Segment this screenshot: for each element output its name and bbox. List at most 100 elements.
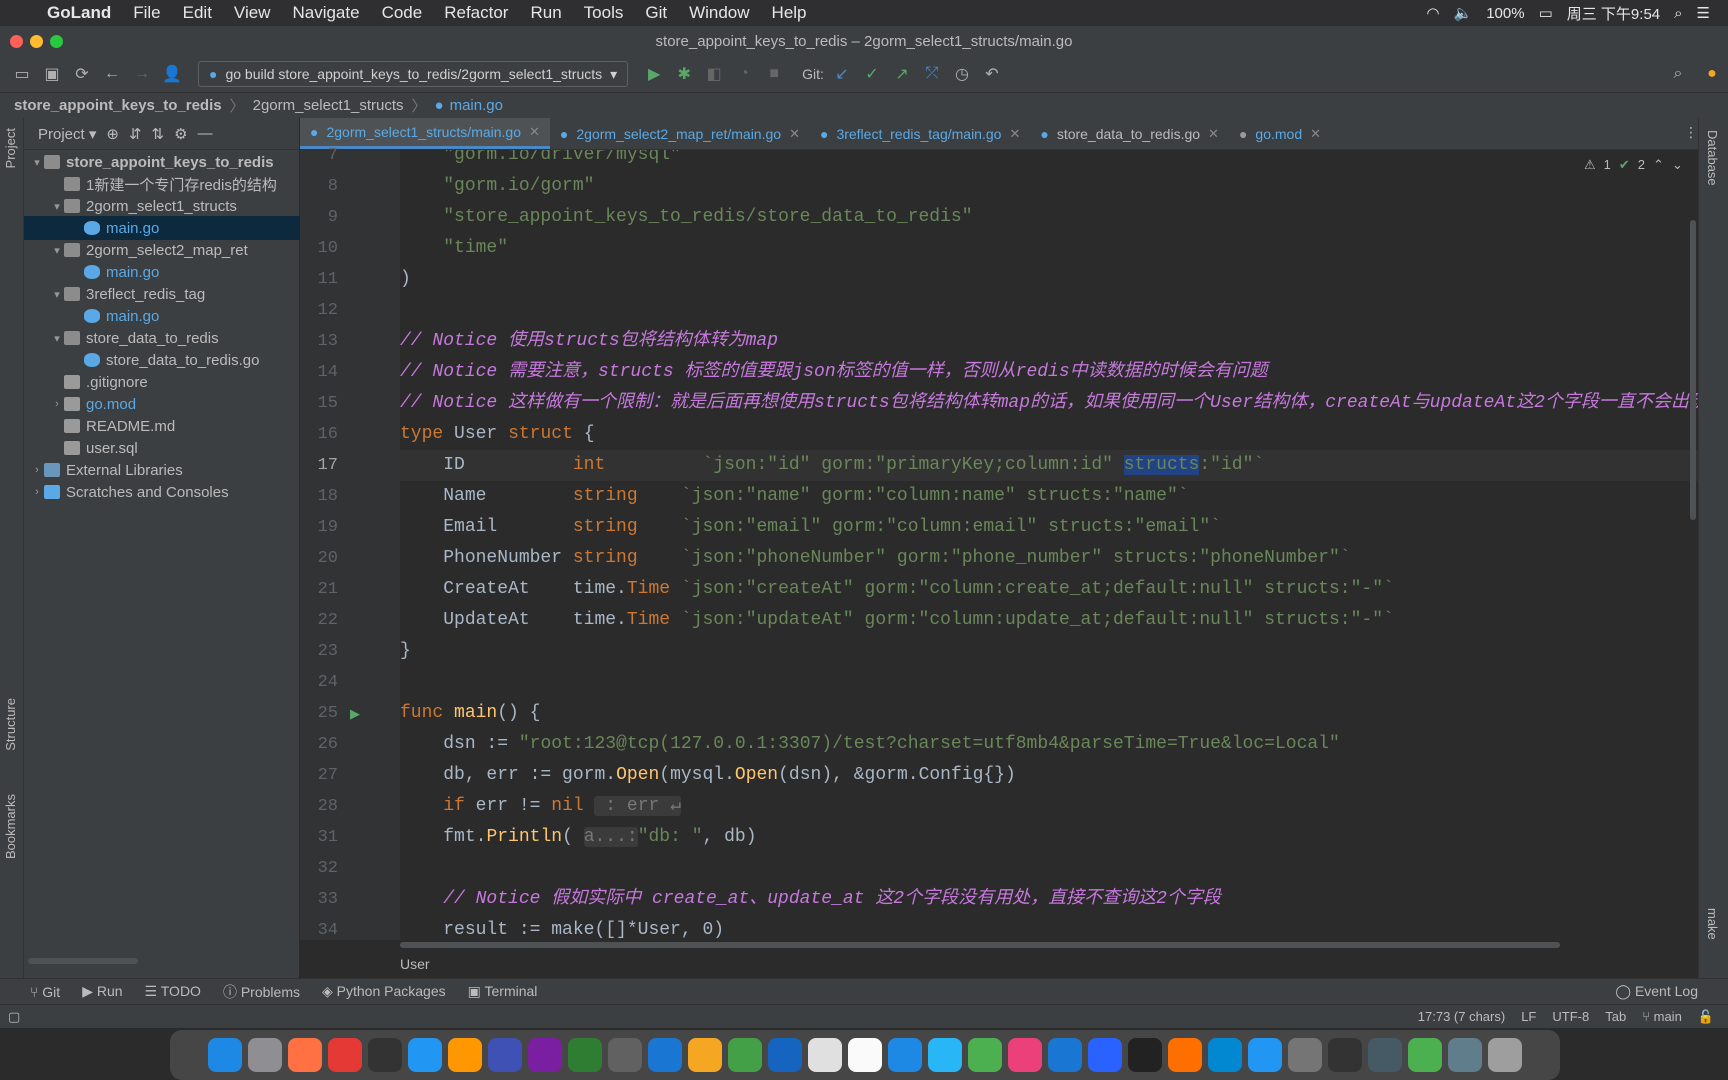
structure-crumb[interactable]: User — [400, 956, 430, 972]
menu-window[interactable]: Window — [678, 3, 760, 23]
menu-edit[interactable]: Edit — [172, 3, 223, 23]
finder-app-icon[interactable] — [208, 1038, 242, 1072]
typora-app-icon[interactable] — [848, 1038, 882, 1072]
breadcrumb-project[interactable]: store_appoint_keys_to_redis — [14, 97, 222, 114]
menu-run[interactable]: Run — [519, 3, 572, 23]
git-history-icon[interactable]: ◷ — [950, 62, 974, 86]
chevron-down-icon[interactable]: ▾ — [50, 244, 64, 257]
code-editor[interactable]: "gorm.io/driver/mysql" "gorm.io/gorm" "s… — [400, 150, 1698, 940]
git-tool-button[interactable]: ⑂ Git — [30, 984, 60, 1000]
clock[interactable]: 周三 下午9:54 — [1567, 3, 1660, 24]
save-icon[interactable]: ▣ — [40, 62, 64, 86]
python-packages-tool-button[interactable]: ◈ Python Packages — [322, 983, 446, 1000]
run-icon[interactable]: ▶ — [642, 62, 666, 86]
expand-all-icon[interactable]: ⇵ — [129, 125, 142, 143]
preview-app-icon[interactable] — [1448, 1038, 1482, 1072]
event-log-button[interactable]: ◯ Event Log — [1615, 983, 1698, 1000]
bookmarks-tool-tab[interactable]: Bookmarks — [3, 794, 18, 859]
quicktime-app-icon[interactable] — [1368, 1038, 1402, 1072]
upnet-app-icon[interactable] — [1128, 1038, 1162, 1072]
git-merge-icon[interactable]: ⤱ — [920, 62, 944, 86]
tree-item[interactable]: › External Libraries — [24, 458, 300, 482]
code-line[interactable] — [400, 295, 1698, 326]
stack-app-icon[interactable] — [768, 1038, 802, 1072]
indent-setting[interactable]: Tab — [1605, 1009, 1626, 1024]
close-tab-icon[interactable]: ✕ — [1208, 126, 1219, 142]
chevron-right-icon[interactable]: › — [50, 398, 64, 410]
git-push-icon[interactable]: ↗ — [890, 62, 914, 86]
wechat-app-icon[interactable] — [968, 1038, 1002, 1072]
code-line[interactable]: // Notice 假如实际中 create_at、update_at 这2个字… — [400, 884, 1698, 915]
editor-vertical-scrollbar[interactable] — [1688, 150, 1698, 940]
code-line[interactable] — [400, 853, 1698, 884]
debug-icon[interactable]: ✱ — [672, 62, 696, 86]
sync-icon[interactable]: ⟳ — [70, 62, 94, 86]
tree-item[interactable]: main.go — [24, 216, 300, 240]
postman-app-icon[interactable] — [1168, 1038, 1202, 1072]
menu-git[interactable]: Git — [634, 3, 678, 23]
messages-app-icon[interactable] — [928, 1038, 962, 1072]
chevron-right-icon[interactable]: › — [30, 464, 44, 476]
search-everywhere-icon[interactable]: ⌕ — [1666, 62, 1690, 86]
code-line[interactable] — [400, 667, 1698, 698]
chevron-down-icon[interactable]: ▾ — [50, 200, 64, 213]
safari-app-icon[interactable] — [888, 1038, 922, 1072]
code-line[interactable]: fmt.Println( a...:"db: ", db) — [400, 822, 1698, 853]
editor-tab[interactable]: ● 2gorm_select2_map_ret/main.go ✕ — [550, 118, 810, 149]
inspection-widget[interactable]: ⚠ 1 ✔ 2 ⌃ ⌄ — [1584, 157, 1683, 173]
code-line[interactable]: ID int `json:"id" gorm:"primaryKey;colum… — [400, 450, 1698, 481]
close-tab-icon[interactable]: ✕ — [1009, 126, 1020, 142]
collapse-all-icon[interactable]: ⇅ — [152, 125, 165, 143]
coverage-icon[interactable]: ◧ — [702, 62, 726, 86]
keynote-app-icon[interactable] — [1048, 1038, 1082, 1072]
tree-item[interactable]: store_data_to_redis.go — [24, 348, 300, 372]
tree-item[interactable]: user.sql — [24, 436, 300, 460]
code-line[interactable]: Name string `json:"name" gorm:"column:na… — [400, 481, 1698, 512]
code-line[interactable]: "time" — [400, 233, 1698, 264]
mosaic-app-icon[interactable] — [288, 1038, 322, 1072]
lock-icon[interactable]: 🔓 — [1698, 1009, 1714, 1025]
code-line[interactable]: Email string `json:"email" gorm:"column:… — [400, 512, 1698, 543]
tree-item[interactable]: ▾ 2gorm_select2_map_ret — [24, 238, 300, 262]
profile-icon[interactable]: ◔ — [732, 62, 756, 86]
code-line[interactable]: if err != nil : err ↵ — [400, 791, 1698, 822]
git-commit-icon[interactable]: ✓ — [860, 62, 884, 86]
control-center-icon[interactable]: ☰ — [1697, 4, 1710, 22]
minimize-window-button[interactable] — [30, 35, 43, 48]
chevron-up-icon[interactable]: ⌃ — [1653, 157, 1664, 173]
word-app-icon[interactable] — [1088, 1038, 1122, 1072]
tree-item[interactable]: main.go — [24, 260, 300, 284]
code-line[interactable]: // Notice 使用structs包将结构体转为map — [400, 326, 1698, 357]
git-branch[interactable]: ⑂ main — [1642, 1009, 1682, 1024]
hide-icon[interactable]: — — [198, 125, 213, 142]
vs-code-app-icon[interactable] — [648, 1038, 682, 1072]
terminal-tool-button[interactable]: ▣ Terminal — [468, 983, 538, 1000]
tree-item[interactable]: README.md — [24, 414, 300, 438]
maps-app-icon[interactable] — [408, 1038, 442, 1072]
docker-app-icon[interactable] — [1248, 1038, 1282, 1072]
pycharm-app-icon[interactable] — [568, 1038, 602, 1072]
menu-code[interactable]: Code — [371, 3, 434, 23]
terminal-app-icon[interactable] — [368, 1038, 402, 1072]
scroll-thumb[interactable] — [1690, 220, 1696, 520]
run-gutter-icon[interactable]: ▶ — [350, 706, 360, 722]
git-rollback-icon[interactable]: ↶ — [980, 62, 1004, 86]
locate-icon[interactable]: ⊕ — [106, 125, 119, 143]
launchpad-app-icon[interactable] — [248, 1038, 282, 1072]
code-line[interactable]: func main() { — [400, 698, 1698, 729]
code-line[interactable]: "store_appoint_keys_to_redis/store_data_… — [400, 202, 1698, 233]
breadcrumb-folder[interactable]: 2gorm_select1_structs — [253, 97, 404, 114]
chevron-down-icon[interactable]: ⌄ — [1672, 157, 1683, 173]
monitor-app-icon[interactable] — [1408, 1038, 1442, 1072]
code-line[interactable]: PhoneNumber string `json:"phoneNumber" g… — [400, 543, 1698, 574]
code-line[interactable]: result := make([]*User, 0) — [400, 915, 1698, 940]
books-app-icon[interactable] — [328, 1038, 362, 1072]
battery-percent[interactable]: 100% — [1486, 5, 1524, 22]
menu-navigate[interactable]: Navigate — [281, 3, 370, 23]
gear-icon[interactable]: ⚙ — [174, 125, 187, 143]
problems-tool-button[interactable]: ⓘ Problems — [223, 982, 300, 1002]
breadcrumb-file[interactable]: main.go — [450, 97, 503, 114]
todo-tool-button[interactable]: ☰ TODO — [145, 983, 201, 1000]
code-line[interactable]: // Notice 这样做有一个限制：就是后面再想使用structs包将结构体转… — [400, 388, 1698, 419]
panel-toggle-icon[interactable]: ▢ — [8, 1009, 20, 1025]
